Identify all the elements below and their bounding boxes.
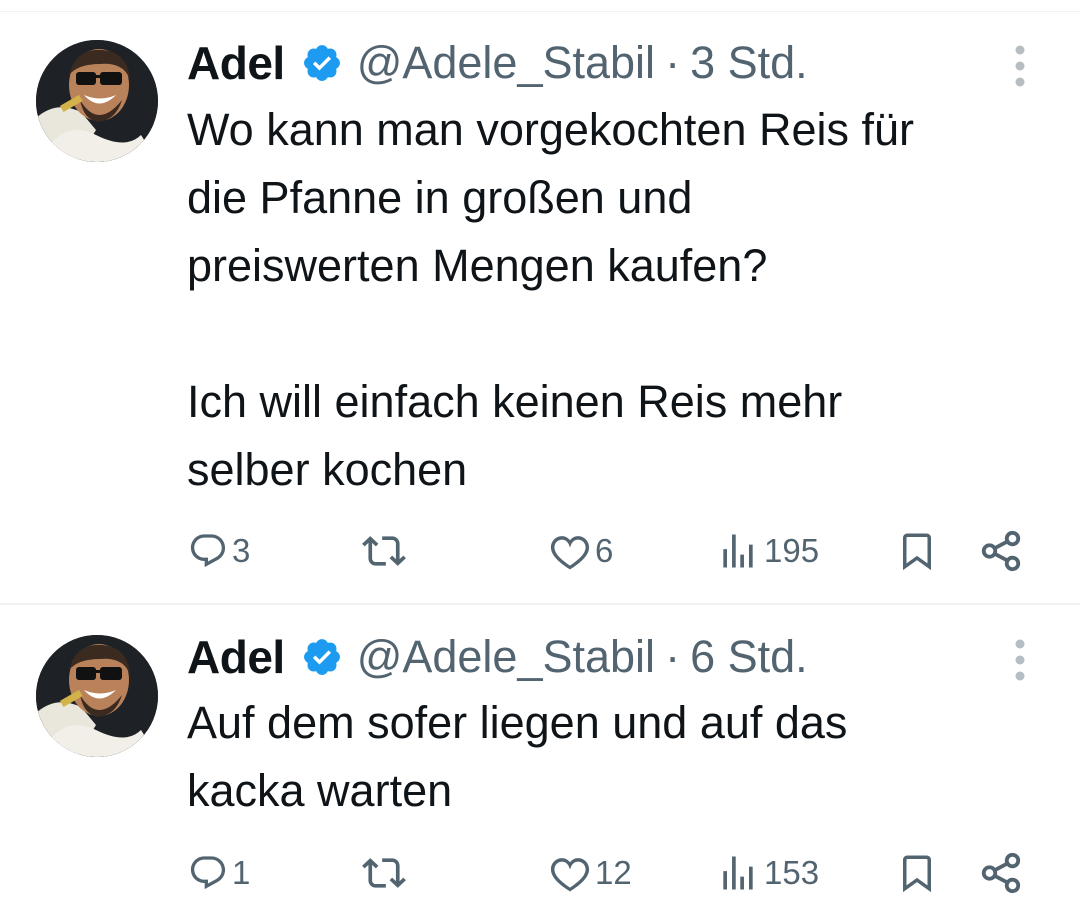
share-icon: [981, 530, 1021, 572]
views-count: 195: [764, 532, 820, 569]
verified-badge-icon: [303, 45, 340, 81]
separator-dot: ·: [665, 37, 681, 88]
more-icon[interactable]: [1008, 42, 1032, 90]
tweet-1[interactable]: Adel @Adele_Stabil · 3 Std. Wo kann man …: [0, 0, 1080, 604]
views-count: 153: [764, 854, 820, 891]
action-bar: 3 6 195: [0, 521, 1080, 581]
views-button[interactable]: 153: [716, 843, 819, 903]
reply-count: 1: [232, 854, 251, 891]
bookmark-button[interactable]: [896, 521, 938, 581]
tweet-text: Wo kann man vorgekochten Reis für die Pf…: [187, 104, 915, 495]
like-button[interactable]: 12: [549, 843, 632, 903]
bookmark-button[interactable]: [896, 843, 938, 903]
retweet-button[interactable]: [362, 843, 410, 903]
tweet-2[interactable]: Adel @Adele_Stabil · 6 Std. Auf dem sofe…: [0, 605, 1080, 916]
reply-icon: [190, 534, 226, 568]
like-button[interactable]: 6: [549, 521, 613, 581]
retweet-icon: [362, 536, 406, 566]
views-icon: [723, 856, 753, 890]
bookmark-icon: [903, 855, 931, 893]
retweet-button[interactable]: [362, 521, 410, 581]
reply-button[interactable]: 3: [188, 521, 250, 581]
share-button[interactable]: [978, 843, 1024, 903]
avatar[interactable]: [36, 40, 158, 162]
author-name[interactable]: Adel: [187, 36, 285, 90]
bookmark-icon: [903, 533, 931, 571]
tweet-text: Auf dem sofer liegen und auf das kacka w…: [187, 697, 848, 816]
timestamp[interactable]: 6 Std.: [690, 631, 808, 683]
tweet-header: Adel @Adele_Stabil · 6 Std.: [187, 627, 808, 687]
author-name[interactable]: Adel: [187, 630, 285, 684]
avatar[interactable]: [36, 635, 158, 757]
retweet-icon: [362, 858, 406, 888]
views-button[interactable]: 195: [716, 521, 819, 581]
action-bar: 1 12 153: [0, 843, 1080, 903]
author-handle[interactable]: @Adele_Stabil: [357, 37, 655, 89]
share-icon: [981, 852, 1021, 894]
timestamp[interactable]: 3 Std.: [690, 37, 808, 89]
reply-icon: [190, 856, 226, 890]
verified-badge-icon: [303, 639, 340, 675]
like-count: 12: [595, 854, 632, 891]
like-count: 6: [595, 532, 614, 569]
author-handle[interactable]: @Adele_Stabil: [357, 631, 655, 683]
views-icon: [723, 534, 753, 568]
tweet-header: Adel @Adele_Stabil · 3 Std.: [187, 33, 808, 93]
reply-button[interactable]: 1: [188, 843, 250, 903]
like-icon: [550, 536, 590, 570]
like-icon: [550, 858, 590, 892]
separator-dot: ·: [665, 631, 681, 682]
share-button[interactable]: [978, 521, 1024, 581]
more-icon[interactable]: [1008, 636, 1032, 684]
reply-count: 3: [232, 532, 251, 569]
